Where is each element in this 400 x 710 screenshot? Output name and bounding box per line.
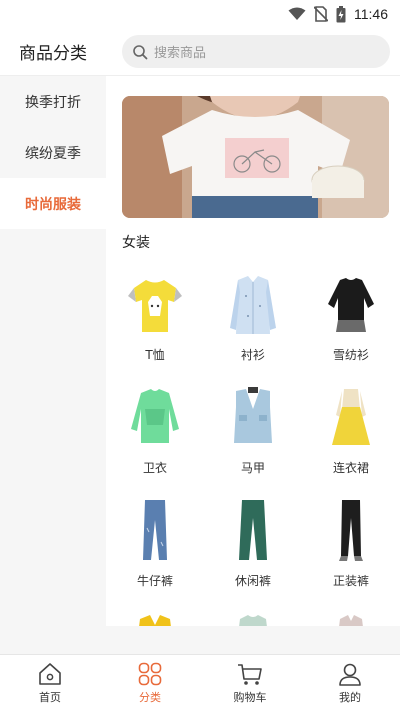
coat-image xyxy=(339,615,363,626)
tab-cart[interactable]: 购物车 xyxy=(200,655,300,710)
search-placeholder: 搜索商品 xyxy=(154,46,207,61)
blazer-image xyxy=(139,615,171,626)
status-bar: 11:46 xyxy=(0,0,400,28)
product-item[interactable]: 休闲裤 xyxy=(204,486,302,599)
dress-image xyxy=(332,389,370,445)
content-bottom-strip xyxy=(0,626,400,654)
product-item[interactable]: 卫衣 xyxy=(106,373,204,486)
sidebar-item-summer[interactable]: 缤纷夏季 xyxy=(0,127,106,178)
wifi-icon xyxy=(288,7,306,20)
bottom-tab-bar: 首页 分类 购物车 我的 xyxy=(0,654,400,710)
product-grid: T恤 衬衫 雪纺衫 卫衣 马甲 连衣裙 牛仔裤 休闲裤 正装裤 xyxy=(106,260,400,626)
tab-label: 我的 xyxy=(339,691,361,704)
category-grid-icon xyxy=(138,662,162,686)
shirt-image xyxy=(230,276,276,334)
product-item[interactable]: 牛仔裤 xyxy=(106,486,204,599)
no-sim-icon xyxy=(314,6,328,22)
home-icon xyxy=(39,663,61,685)
category-content: 女装 T恤 衬衫 雪纺衫 卫衣 马甲 连衣裙 牛仔裤 休闲裤 正装裤 xyxy=(106,76,400,626)
sidebar-item-seasonal-sale[interactable]: 换季打折 xyxy=(0,76,106,127)
clock: 11:46 xyxy=(354,6,388,22)
product-label: 牛仔裤 xyxy=(136,574,173,588)
sweatshirt-image xyxy=(131,389,179,443)
product-item[interactable] xyxy=(106,599,204,626)
section-title: 女装 xyxy=(122,235,150,251)
search-icon xyxy=(133,44,148,59)
dress-pants-image xyxy=(339,500,363,561)
product-item[interactable]: 马甲 xyxy=(204,373,302,486)
product-item[interactable] xyxy=(204,599,302,626)
product-item[interactable]: 正装裤 xyxy=(302,486,400,599)
tshirt-image xyxy=(128,280,182,332)
tab-home[interactable]: 首页 xyxy=(0,655,100,710)
promo-banner[interactable] xyxy=(122,96,389,218)
product-label: 休闲裤 xyxy=(234,574,271,588)
tab-profile[interactable]: 我的 xyxy=(300,655,400,710)
sidebar-item-label: 缤纷夏季 xyxy=(25,145,81,162)
tab-category[interactable]: 分类 xyxy=(100,655,200,710)
product-label: 马甲 xyxy=(240,461,265,475)
header: 商品分类 搜索商品 xyxy=(0,28,400,76)
tab-label: 首页 xyxy=(39,691,61,704)
casual-pants-image xyxy=(239,500,267,560)
cart-icon xyxy=(238,664,262,685)
woman-white-tshirt-photo xyxy=(122,96,389,218)
product-label: T恤 xyxy=(145,348,165,362)
product-label: 衬衫 xyxy=(240,348,265,362)
product-item[interactable]: 雪纺衫 xyxy=(302,260,400,373)
jeans-image xyxy=(143,500,167,560)
knit-top-image xyxy=(239,615,267,626)
product-label: 雪纺衫 xyxy=(332,348,369,362)
product-item[interactable]: T恤 xyxy=(106,260,204,373)
search-bar[interactable]: 搜索商品 xyxy=(122,35,390,68)
sidebar-item-label: 换季打折 xyxy=(25,94,81,111)
battery-charging-icon xyxy=(336,5,346,22)
product-item[interactable]: 衬衫 xyxy=(204,260,302,373)
tab-label: 分类 xyxy=(139,691,161,704)
tab-label: 购物车 xyxy=(233,691,267,704)
vest-image xyxy=(234,387,272,443)
product-label: 卫衣 xyxy=(142,461,167,475)
product-item[interactable] xyxy=(302,599,400,626)
chiffon-top-image xyxy=(328,278,374,332)
product-label: 正装裤 xyxy=(332,574,369,588)
sidebar-item-label: 时尚服装 xyxy=(25,196,81,213)
user-icon xyxy=(339,663,361,686)
sidebar-item-fashion[interactable]: 时尚服装 xyxy=(0,178,106,229)
category-sidebar: 换季打折 缤纷夏季 时尚服装 xyxy=(0,76,106,626)
product-item[interactable]: 连衣裙 xyxy=(302,373,400,486)
product-label: 连衣裙 xyxy=(332,461,369,475)
page-title: 商品分类 xyxy=(19,44,87,64)
